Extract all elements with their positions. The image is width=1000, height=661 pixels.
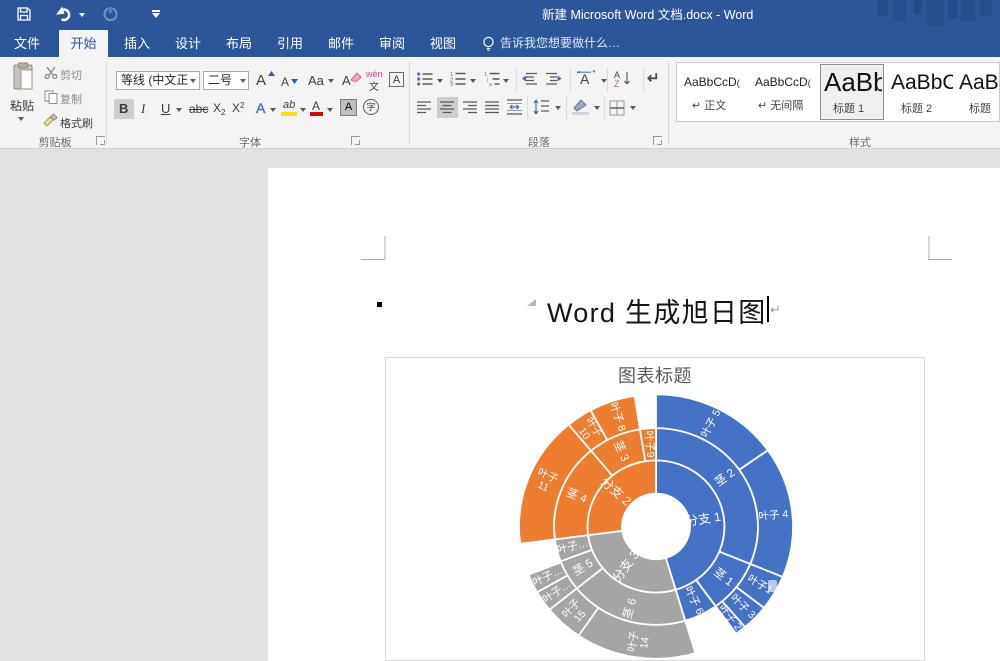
svg-text:Z: Z [614,79,620,88]
svg-text:叶子9: 叶子9 [642,430,656,458]
svg-text:a: a [489,82,493,86]
svg-text:A: A [580,71,590,87]
svg-text:3: 3 [450,82,453,86]
